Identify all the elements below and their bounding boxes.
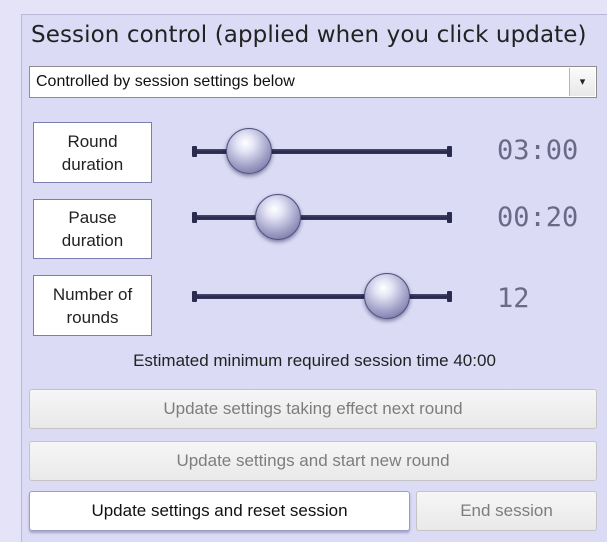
slider-track <box>192 291 452 302</box>
round-duration-label: Round duration <box>33 122 152 183</box>
pause-duration-slider[interactable] <box>192 194 452 242</box>
slider-thumb[interactable] <box>254 194 301 240</box>
session-mode-select[interactable]: Controlled by session settings below ▾ <box>29 66 597 98</box>
panel-title: Session control (applied when you click … <box>31 22 587 48</box>
number-of-rounds-slider[interactable] <box>192 273 452 321</box>
update-reset-session-button[interactable]: Update settings and reset session <box>29 491 410 531</box>
update-start-new-round-button[interactable]: Update settings and start new round <box>29 441 597 481</box>
chevron-down-icon[interactable]: ▾ <box>569 68 595 96</box>
pause-duration-label-text: Pause duration <box>61 208 124 250</box>
round-duration-slider[interactable] <box>192 128 452 176</box>
round-duration-value: 03:00 <box>497 135 579 166</box>
estimated-session-time: Estimated minimum required session time … <box>133 351 496 370</box>
number-of-rounds-value: 12 <box>497 283 530 314</box>
update-next-round-button[interactable]: Update settings taking effect next round <box>29 389 597 429</box>
session-mode-value: Controlled by session settings below <box>36 73 295 90</box>
slider-thumb[interactable] <box>364 273 410 319</box>
slider-thumb[interactable] <box>226 128 273 174</box>
slider-track <box>192 212 452 223</box>
round-duration-label-text: Round duration <box>61 131 124 174</box>
number-of-rounds-label: Number of rounds <box>33 275 152 336</box>
end-session-button[interactable]: End session <box>416 491 597 531</box>
pause-duration-label: Pause duration <box>33 199 152 259</box>
pause-duration-value: 00:20 <box>497 202 579 233</box>
number-of-rounds-label-text: Number of rounds <box>52 284 133 327</box>
